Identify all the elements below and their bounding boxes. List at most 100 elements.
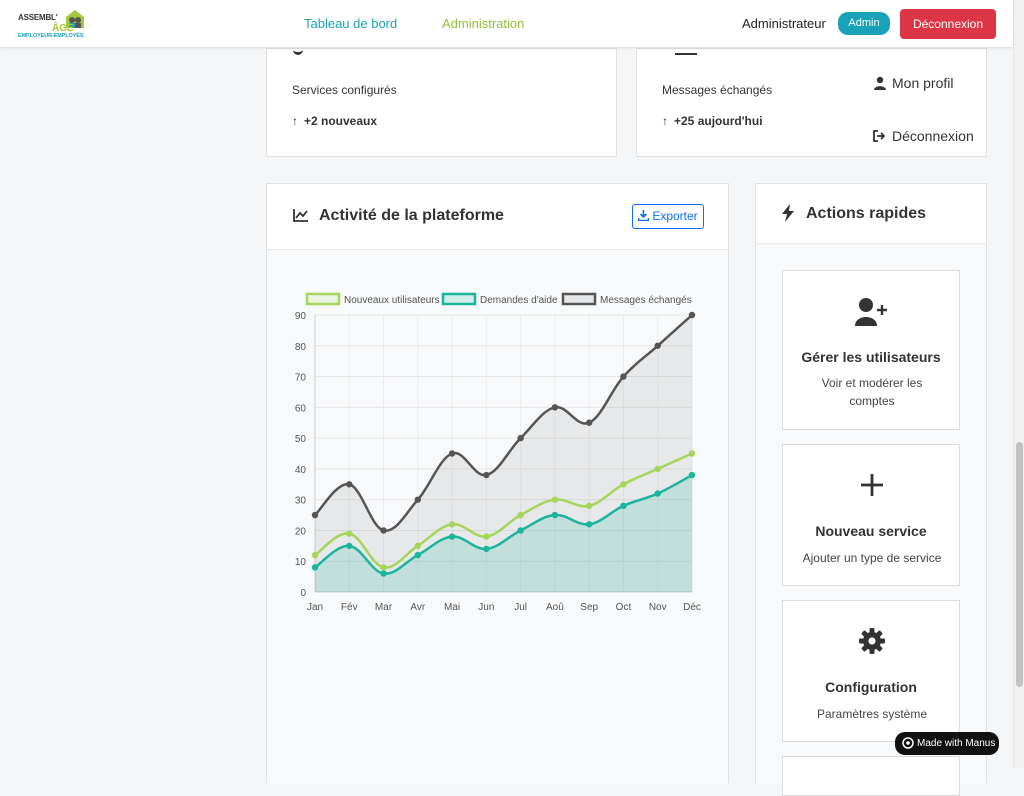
quick-action-configuration[interactable]: Configuration Paramètres système [782,600,960,742]
legend-swatch [305,292,341,306]
stat-card-messages: Messages échangés ↑ +25 aujourd'hui Mon p… [636,48,987,157]
quick-action-title: Gérer les utilisateurs [801,349,941,365]
data-point [688,471,696,479]
data-point [380,570,387,577]
quick-action-description: Voir et modérer les comptes [821,376,923,408]
top-navbar: ASSEMBL' ÂGE EMPLOYEUR-EMPLOYÉS Tableau … [0,0,1013,48]
quick-action-manage-users[interactable]: Gérer les utilisateurs Voir et modérer l… [782,270,960,430]
made-with-manus-badge[interactable]: Made with Manus [895,732,999,755]
download-icon [638,210,650,222]
data-point [380,564,387,571]
data-point [346,530,353,537]
y-tick-label: 80 [295,342,307,353]
y-tick-label: 30 [295,496,307,507]
user-icon [874,76,886,90]
quick-action-title: Configuration [825,679,917,695]
data-point [346,481,353,488]
data-point [448,521,456,528]
data-point [483,545,490,553]
user-menu-logout[interactable]: Déconnexion [873,128,974,144]
x-tick-label: Mai [444,602,460,613]
activity-chart: 0 10 20 30 40 50 60 70 80 90 Jan Fév Mar Avr Mai Jun Jul… [295,292,701,613]
stat-delta: ↑ +2 nouveaux [292,114,378,128]
brand-name-line1: ASSEMBL' [18,13,58,22]
data-point [380,527,387,534]
role-badge: Admin [838,12,890,35]
x-tick-label: Mar [375,602,393,613]
manus-icon [902,737,914,749]
x-tick-label: Déc [683,602,701,613]
data-point [551,404,559,411]
quick-action-partial[interactable] [782,756,960,796]
data-point [414,542,422,550]
data-point [448,450,456,457]
legend-swatch [441,292,477,306]
x-tick-label: Jan [307,602,323,613]
user-menu-profile[interactable]: Mon profil [873,75,953,91]
x-tick-label: Avr [410,602,425,613]
y-tick-label: 50 [295,434,307,445]
legend-label: Demandes d'aide [480,295,558,306]
quick-actions-card: Actions rapides Gérer les utilisateurs V… [755,183,987,796]
page-scrollbar[interactable] [1013,0,1024,768]
x-tick-label: Jun [478,602,494,613]
plus-icon [861,474,883,496]
stat-card-services: Services configurés ↑ +2 nouveaux [266,48,617,157]
data-point [620,502,627,510]
scrollbar-thumb[interactable] [1016,442,1023,687]
arrow-up-icon: ↑ [662,114,668,128]
chart-line-icon [293,209,308,222]
data-point [585,502,593,510]
brand-tagline: EMPLOYEUR-EMPLOYÉS [18,33,84,39]
data-point [654,465,661,473]
quick-action-new-service[interactable]: Nouveau service Ajouter un type de servi… [782,444,960,586]
nav-link-dashboard[interactable]: Tableau de bord [304,16,397,31]
arrow-up-icon: ↑ [292,114,298,128]
brand-logo[interactable]: ASSEMBL' ÂGE EMPLOYEUR-EMPLOYÉS [18,9,88,41]
user-name[interactable]: Administrateur [742,16,826,31]
data-point [448,533,456,540]
x-tick-label: Fév [341,602,358,613]
logout-button[interactable]: Déconnexion [900,9,996,39]
gear-icon [859,628,885,654]
data-point [620,481,627,488]
data-point [517,511,524,519]
activity-card: Activité de la plateforme Exporter 0 10 20… [266,183,729,784]
data-point [688,450,696,457]
quick-action-title: Nouveau service [815,523,927,539]
quick-actions-header: Actions rapides [756,184,986,244]
stat-label: Services configurés [292,83,397,97]
y-tick-label: 10 [295,557,307,568]
activity-chart-area: 0 10 20 30 40 50 60 70 80 90 Jan Fév Mar Avr Mai Jun Jul… [267,250,728,784]
data-point [551,511,559,519]
activity-card-header: Activité de la plateforme Exporter [267,184,728,250]
data-point [311,551,319,559]
legend-label: Nouveaux utilisateurs [344,295,440,306]
x-tick-label: Sep [580,602,598,613]
legend-label: Messages échangés [600,295,692,306]
data-point [585,521,593,528]
data-point [517,434,524,442]
data-point [311,564,319,571]
x-tick-label: Nov [649,602,667,613]
export-button[interactable]: Exporter [632,204,704,229]
services-icon [293,49,303,55]
quick-action-description: Ajouter un type de service [802,551,942,565]
y-tick-label: 0 [300,588,306,599]
sign-out-icon [873,130,886,142]
data-point [654,342,661,349]
y-tick-label: 60 [295,403,307,414]
messages-icon [675,49,697,55]
data-point [414,496,422,503]
y-tick-label: 20 [295,526,307,537]
quick-actions-title: Actions rapides [806,205,927,222]
y-tick-label: 90 [295,311,307,322]
data-point [483,471,490,479]
x-tick-label: Aoû [546,602,564,613]
data-point [654,490,661,497]
nav-link-administration[interactable]: Administration [442,16,524,31]
x-tick-label: Jul [514,602,527,613]
y-tick-label: 70 [295,373,307,384]
data-point [620,373,627,380]
x-tick-label: Oct [616,602,632,613]
